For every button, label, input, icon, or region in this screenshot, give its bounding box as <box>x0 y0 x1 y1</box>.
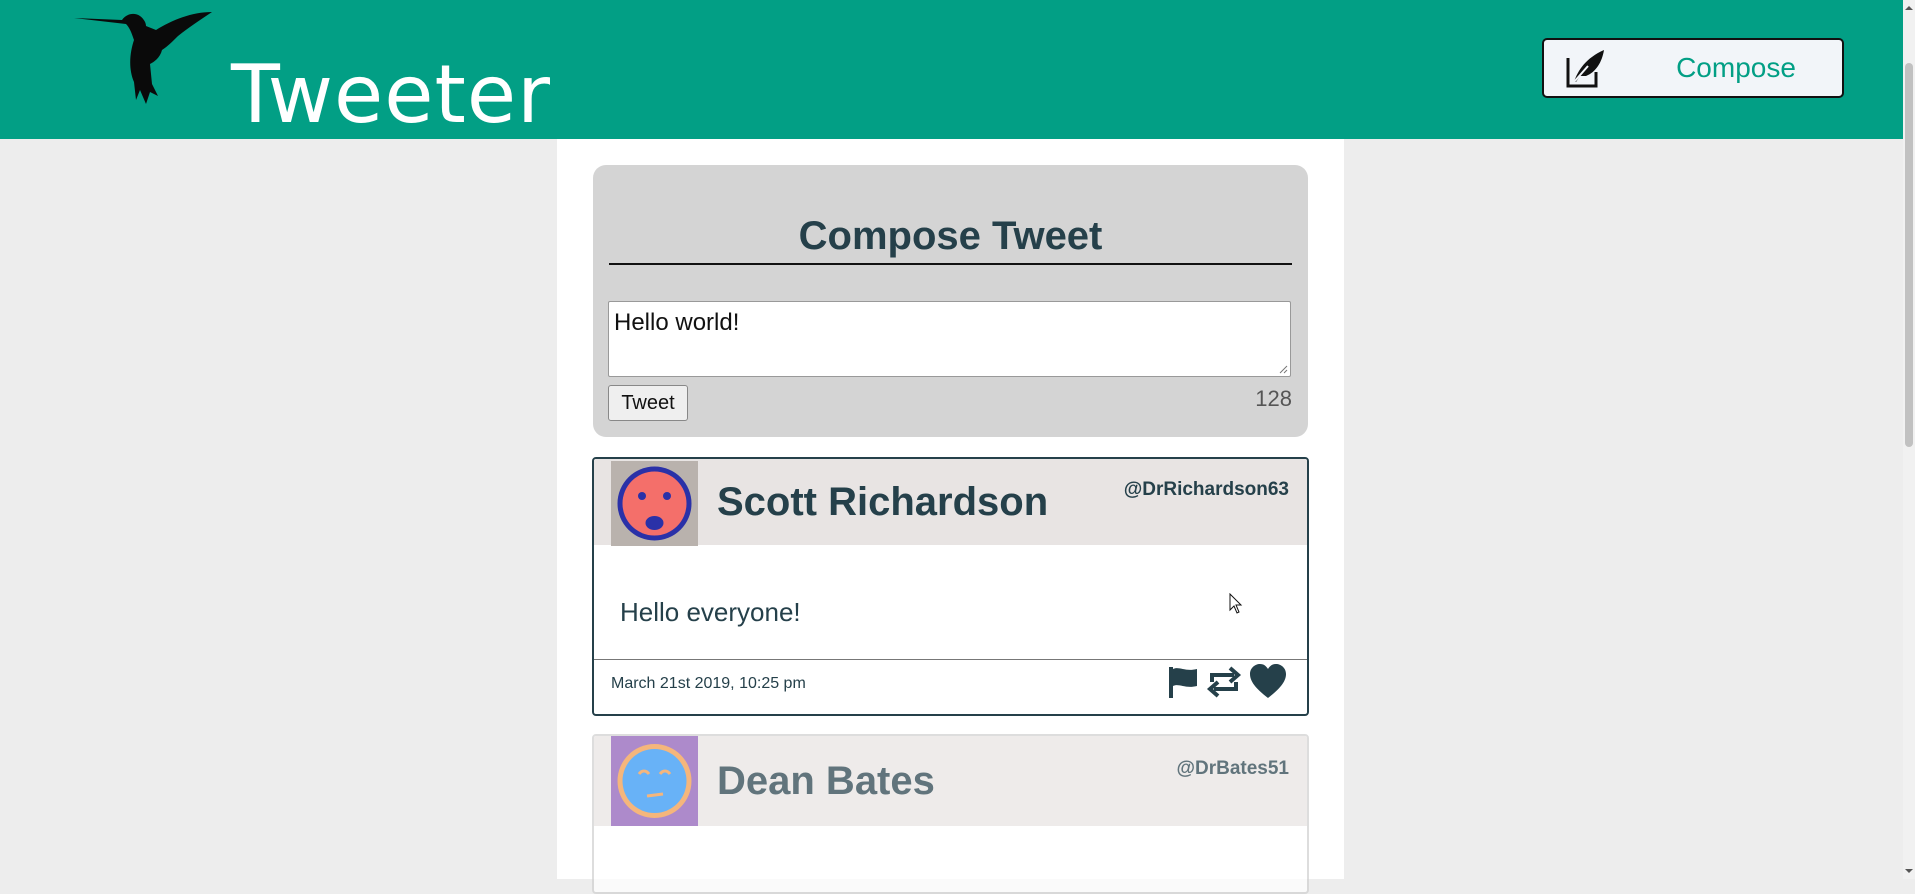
vertical-scrollbar[interactable] <box>1903 0 1915 879</box>
tweet-body: Hello everyone! <box>620 597 801 627</box>
hummingbird-icon <box>74 12 212 104</box>
tweet-card: Dean Bates @DrBates51 <box>592 734 1309 894</box>
compose-button[interactable]: Compose <box>1542 38 1844 98</box>
brand-title: Tweeter <box>231 48 551 141</box>
char-counter: 128 <box>1255 386 1292 411</box>
compose-button-label: Compose <box>1676 52 1796 83</box>
tweet-header: Scott Richardson @DrRichardson63 <box>594 459 1307 546</box>
tweet-footer-divider <box>594 659 1307 660</box>
tweet-textarea-value: Hello world! <box>614 309 740 336</box>
tweet-textarea[interactable]: Hello world! <box>608 301 1291 377</box>
compose-title: Compose Tweet <box>798 214 1103 258</box>
scroll-down-arrow-icon[interactable] <box>1904 866 1914 876</box>
mouse-cursor-icon <box>1229 593 1243 614</box>
tweet-date: March 21st 2019, 10:25 pm <box>611 675 806 692</box>
tweet-author-name: Dean Bates <box>717 759 935 803</box>
resize-grip-icon[interactable] <box>1278 364 1288 374</box>
tweet-author-handle: @DrBates51 <box>1176 758 1289 779</box>
top-nav-bar: Tweeter Compose <box>0 0 1903 141</box>
retweet-icon[interactable] <box>1206 664 1242 700</box>
compose-divider <box>609 263 1292 265</box>
tweet-submit-button[interactable]: Tweet <box>608 385 688 421</box>
tweet-card: Scott Richardson @DrRichardson63 Hello e… <box>592 457 1309 716</box>
tweet-author-handle: @DrRichardson63 <box>1123 479 1289 500</box>
tweet-author-name: Scott Richardson <box>717 480 1049 524</box>
scroll-up-arrow-icon[interactable] <box>1904 3 1914 13</box>
flag-icon[interactable] <box>1165 664 1201 700</box>
quill-edit-icon <box>1566 50 1604 88</box>
frown-face-avatar-icon <box>611 461 698 546</box>
tweet-actions <box>1165 664 1289 704</box>
scrollbar-thumb[interactable] <box>1905 63 1913 447</box>
tweet-header: Dean Bates @DrBates51 <box>594 736 1307 826</box>
heart-icon[interactable] <box>1249 664 1287 700</box>
compose-tweet-panel: Compose Tweet Hello world! Tweet 128 <box>593 165 1308 437</box>
smirk-face-avatar-icon <box>611 736 698 826</box>
